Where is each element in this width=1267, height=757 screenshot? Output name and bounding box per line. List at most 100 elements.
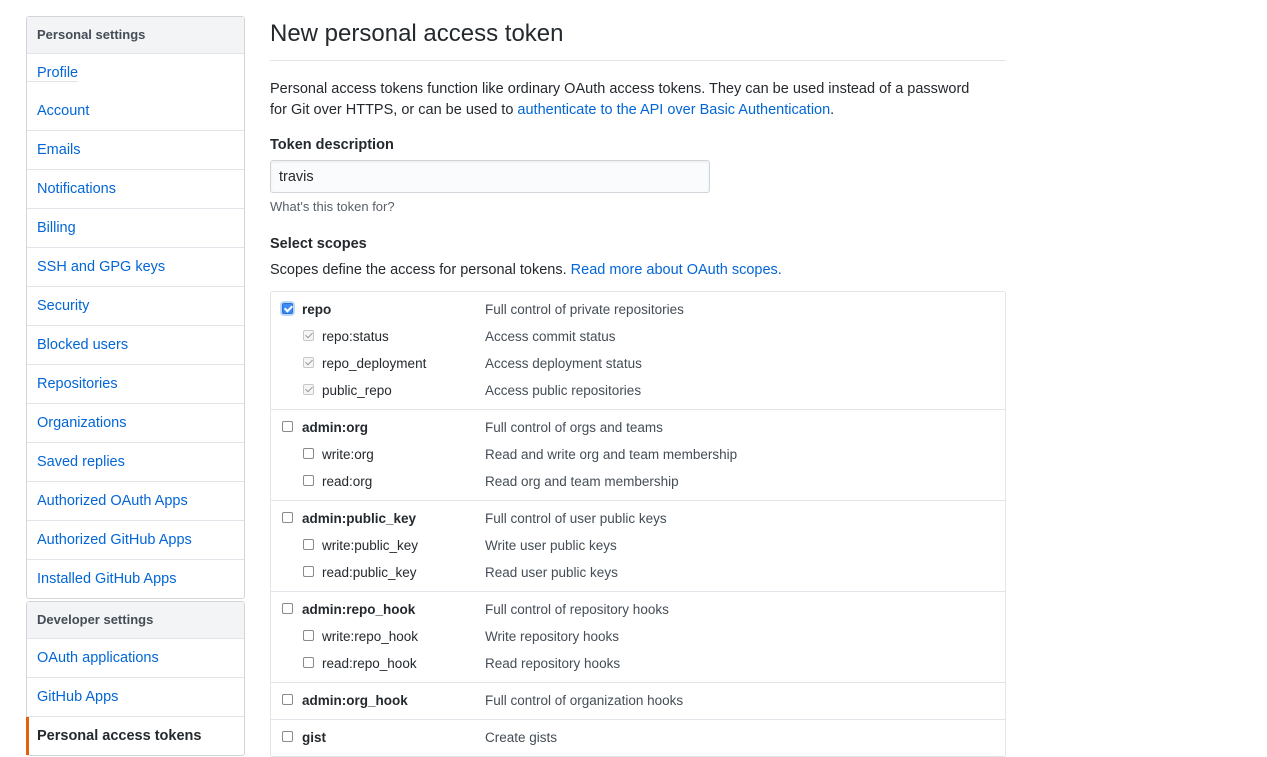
scope-name: write:public_key [322, 538, 419, 553]
sub-scope-row: write:public_key Write user public keys [271, 532, 1005, 559]
scope-name: repo_deployment [322, 356, 427, 371]
sidebar-item-installed-github-apps[interactable]: Installed GitHub Apps [27, 560, 244, 598]
token-description-note: What's this token for? [270, 199, 395, 214]
scope-name: admin:public_key [302, 511, 417, 526]
personal-settings-menu: Personal settings Profile Account Emails… [26, 16, 245, 599]
scope-row: gist Create gists [271, 724, 1005, 751]
scopes-intro-text: Scopes define the access for personal to… [270, 262, 571, 278]
sub-scope-row: read:public_key Read user public keys [271, 559, 1005, 586]
scope-checkbox[interactable] [282, 731, 293, 742]
sidebar-item-authorized-oauth-apps[interactable]: Authorized OAuth Apps [27, 482, 244, 521]
sidebar-item-ssh-gpg-keys[interactable]: SSH and GPG keys [27, 248, 244, 287]
scope-group: admin:org Full control of orgs and teams w… [271, 410, 1005, 501]
scope-checkbox[interactable] [282, 512, 293, 523]
scope-row: repo Full control of private repositories [271, 296, 1005, 323]
scope-description: Full control of private repositories [485, 302, 684, 317]
sub-scope-checkbox[interactable] [303, 384, 314, 395]
sidebar-item-personal-access-tokens[interactable]: Personal access tokens [26, 717, 244, 755]
sub-scope-checkbox[interactable] [303, 475, 314, 486]
sidebar-item-billing[interactable]: Billing [27, 209, 244, 248]
sub-scope-checkbox[interactable] [303, 448, 314, 459]
scope-name: read:public_key [322, 565, 417, 580]
scope-description: Full control of user public keys [485, 511, 667, 526]
scope-description: Full control of organization hooks [485, 693, 684, 708]
scope-checkbox[interactable] [282, 303, 293, 314]
sub-scope-row: public_repo Access public repositories [271, 377, 1005, 404]
page-title: New personal access token [270, 0, 1006, 61]
scope-group: admin:org_hook Full control of organizati… [271, 683, 1005, 720]
scope-description: Access public repositories [485, 383, 642, 398]
scope-checkbox[interactable] [282, 694, 293, 705]
scope-name: repo [302, 302, 332, 317]
scope-name: admin:org_hook [302, 693, 408, 708]
scope-group: admin:public_key Full control of user pub… [271, 501, 1005, 592]
sidebar-item-oauth-applications[interactable]: OAuth applications [27, 639, 244, 678]
scope-description: Full control of orgs and teams [485, 420, 663, 435]
sidebar-item-emails[interactable]: Emails [27, 131, 244, 170]
sub-scope-row: repo_deployment Access deployment status [271, 350, 1005, 377]
scope-group: admin:repo_hook Full control of repositor… [271, 592, 1005, 683]
sidebar-item-repositories[interactable]: Repositories [27, 365, 244, 404]
token-description-label: Token description [270, 137, 394, 153]
scope-row: admin:org Full control of orgs and teams [271, 414, 1005, 441]
sidebar-item-account[interactable]: Account [27, 92, 244, 131]
sub-scope-checkbox[interactable] [303, 330, 314, 341]
intro-paragraph: Personal access tokens function like ord… [270, 79, 990, 121]
main-content: New personal access token Personal acces… [270, 0, 1006, 757]
select-scopes-label: Select scopes [270, 236, 367, 252]
scope-row: admin:repo_hook Full control of repositor… [271, 596, 1005, 623]
developer-settings-menu: Developer settings OAuth applications Gi… [26, 601, 245, 756]
sidebar-item-notifications[interactable]: Notifications [27, 170, 244, 209]
scope-name: write:repo_hook [322, 629, 419, 644]
scopes-intro: Scopes define the access for personal to… [270, 262, 1006, 278]
sub-scope-row: write:repo_hook Write repository hooks [271, 623, 1005, 650]
scope-group: gist Create gists [271, 720, 1005, 757]
scope-group: repo Full control of private repositories… [271, 292, 1005, 410]
sidebar-item-profile[interactable]: Profile [27, 65, 79, 82]
scope-checkbox[interactable] [282, 603, 293, 614]
token-description-input[interactable] [270, 160, 710, 193]
scope-row: admin:public_key Full control of user pub… [271, 505, 1005, 532]
sidebar-item-security[interactable]: Security [27, 287, 244, 326]
sub-scope-checkbox[interactable] [303, 630, 314, 641]
scope-name: public_repo [322, 383, 392, 398]
scope-description: Access deployment status [485, 356, 642, 371]
scope-name: repo:status [322, 329, 389, 344]
sidebar-item-authorized-github-apps[interactable]: Authorized GitHub Apps [27, 521, 244, 560]
sub-scope-checkbox[interactable] [303, 539, 314, 550]
sub-scope-row: write:org Read and write org and team mem… [271, 441, 1005, 468]
scope-description: Create gists [485, 730, 558, 745]
sub-scope-row: repo:status Access commit status [271, 323, 1005, 350]
oauth-scopes-link[interactable]: Read more about OAuth scopes. [571, 262, 782, 278]
sub-scope-row: read:org Read org and team membership [271, 468, 1005, 495]
scope-description: Read org and team membership [485, 474, 679, 489]
developer-settings-heading: Developer settings [27, 602, 244, 639]
scope-description: Read and write org and team membership [485, 447, 738, 462]
scope-checkbox[interactable] [282, 421, 293, 432]
scope-name: read:repo_hook [322, 656, 417, 671]
scope-name: read:org [322, 474, 373, 489]
basic-auth-link[interactable]: authenticate to the API over Basic Authe… [517, 102, 830, 118]
scope-row: admin:org_hook Full control of organizati… [271, 687, 1005, 714]
scope-name: gist [302, 730, 327, 745]
scope-description: Full control of repository hooks [485, 602, 669, 617]
sub-scope-checkbox[interactable] [303, 657, 314, 668]
scope-name: admin:org [302, 420, 368, 435]
scope-description: Read repository hooks [485, 656, 621, 671]
scope-description: Write user public keys [485, 538, 617, 553]
sidebar-item-blocked-users[interactable]: Blocked users [27, 326, 244, 365]
scopes-list: repo Full control of private repositories… [270, 291, 1006, 757]
sidebar-item-github-apps[interactable]: GitHub Apps [27, 678, 244, 717]
scope-description: Read user public keys [485, 565, 618, 580]
scope-description: Access commit status [485, 329, 616, 344]
sub-scope-row: read:repo_hook Read repository hooks [271, 650, 1005, 677]
intro-end: . [830, 102, 835, 118]
scope-description: Write repository hooks [485, 629, 620, 644]
personal-settings-heading: Personal settings [27, 17, 244, 54]
sidebar-item-organizations[interactable]: Organizations [27, 404, 244, 443]
sub-scope-checkbox[interactable] [303, 566, 314, 577]
scope-name: write:org [322, 447, 374, 462]
sidebar-item-saved-replies[interactable]: Saved replies [27, 443, 244, 482]
scope-name: admin:repo_hook [302, 602, 416, 617]
sub-scope-checkbox[interactable] [303, 357, 314, 368]
